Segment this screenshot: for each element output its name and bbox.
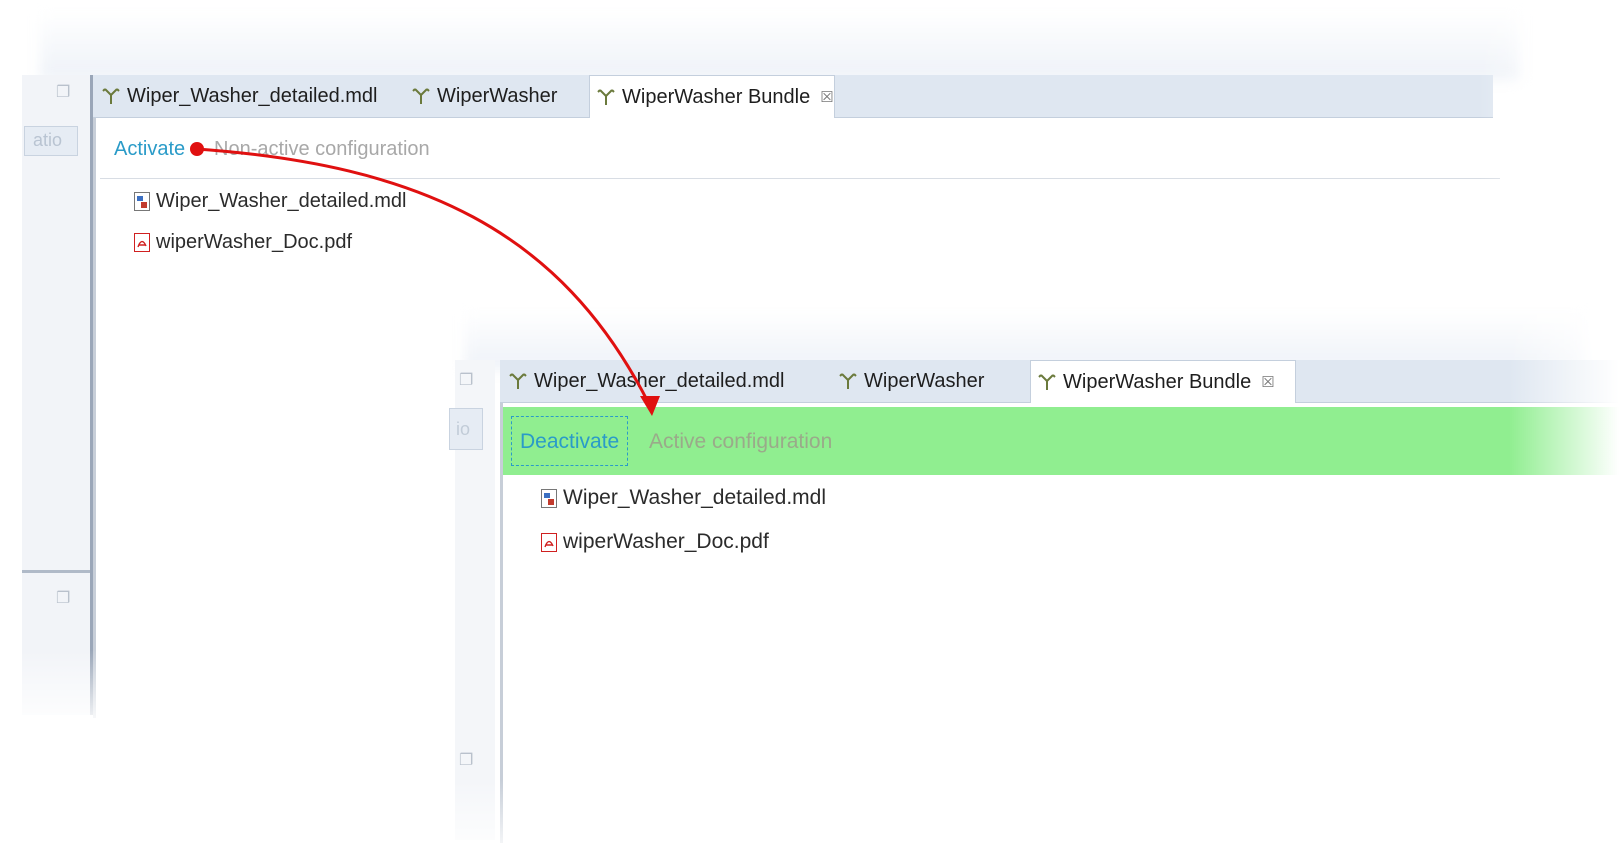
annotation-arrow xyxy=(190,142,660,416)
arrow-start-dot xyxy=(190,142,204,156)
arrow-head xyxy=(640,396,660,416)
